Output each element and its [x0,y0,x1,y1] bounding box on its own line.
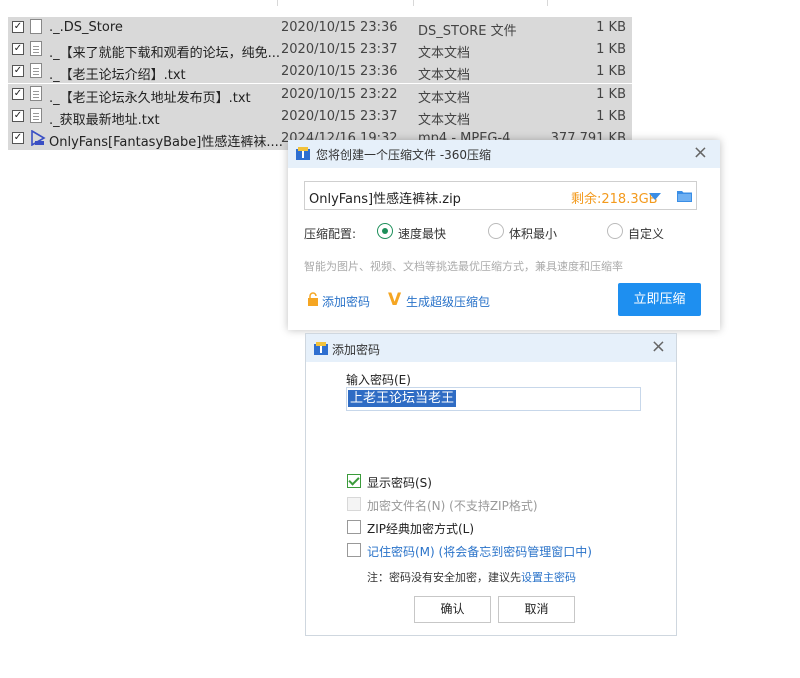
security-note-text: 注：密码没有安全加密，建议先 [367,571,521,584]
file-date: 2020/10/15 23:37 [281,109,398,124]
remember-password-label[interactable]: 记住密码(M) (将会备忘到密码管理窗口中) [367,543,592,560]
text-file-icon [30,63,42,78]
file-type: DS_STORE 文件 [418,24,517,39]
compress-config-label: 压缩配置: [304,227,357,241]
file-checkbox[interactable]: ✓ [12,132,24,144]
remember-password-checkbox[interactable] [347,543,361,557]
zip-classic-checkbox[interactable] [347,520,361,534]
password-value[interactable]: 上老王论坛当老王 [348,390,457,407]
radio-smallest-label[interactable]: 体积最小 [509,225,557,242]
encrypt-filenames-label: 加密文件名(N) (不支持ZIP格式) [367,499,538,513]
file-type: 文本文档 [418,46,471,61]
text-file-icon [30,86,42,101]
file-name: ._.DS_Store [49,20,123,35]
radio-smallest[interactable] [488,223,504,239]
blank-file-icon [30,19,42,34]
zip-classic-label[interactable]: ZIP经典加密方式(L) [367,520,474,537]
radio-fastest[interactable] [377,223,393,239]
column-date-header[interactable] [277,0,414,6]
file-row[interactable]: ✓ ._.DS_Store 2020/10/15 23:36 DS_STORE … [8,17,632,39]
file-row[interactable]: ✓ ._获取最新地址.txt 2020/10/15 23:37 文本文档 1 K… [8,106,632,128]
close-icon[interactable]: × [693,142,708,163]
file-checkbox[interactable]: ✓ [12,88,24,100]
show-password-checkbox[interactable] [347,474,361,488]
archive-filename-value[interactable]: OnlyFans]性感连裤袜.zip [309,188,461,207]
compress-now-button[interactable]: 立即压缩 [618,283,701,316]
password-input[interactable]: 上老王论坛当老王 [346,387,641,411]
file-name: ._获取最新地址.txt [49,113,160,128]
compress-dialog-title: 您将创建一个压缩文件 -360压缩 [316,148,492,162]
super-package-link[interactable]: 生成超级压缩包 [406,293,490,310]
archive-app-icon [314,342,328,355]
file-date: 2020/10/15 23:22 [281,87,398,102]
password-dialog-title: 添加密码 [332,343,381,357]
text-file-icon [30,41,42,56]
file-checkbox[interactable]: ✓ [12,65,24,77]
file-type: 文本文档 [418,91,471,106]
file-type: 文本文档 [418,68,471,83]
compress-hint: 智能为图片、视频、文档等挑选最优压缩方式，兼具速度和压缩率 [304,260,623,273]
file-checkbox[interactable]: ✓ [12,21,24,33]
security-note: 注：密码没有安全加密，建议先设置主密码 [367,569,576,585]
radio-custom[interactable] [607,223,623,239]
chevron-down-icon[interactable] [649,193,661,200]
radio-custom-label[interactable]: 自定义 [628,225,664,242]
file-date: 2020/10/15 23:36 [281,64,398,79]
file-name: ._【来了就能下载和观看的论坛，纯免... [49,46,281,61]
radio-fastest-label[interactable]: 速度最快 [398,225,446,242]
column-header[interactable] [8,0,632,6]
video-file-icon [30,130,46,146]
file-size: 1 KB [596,87,626,102]
compress-dialog-titlebar[interactable]: 您将创建一个压缩文件 -360压缩 × [288,140,720,168]
archive-app-icon [296,147,310,160]
file-type: 文本文档 [418,113,471,128]
file-size: 1 KB [596,109,626,124]
encrypt-filenames-checkbox [347,497,361,511]
folder-icon[interactable] [677,190,692,202]
file-row[interactable]: ✓ ._【老王论坛介绍】.txt 2020/10/15 23:36 文本文档 1… [8,61,632,83]
column-size-header[interactable] [547,0,631,6]
file-size: 1 KB [596,64,626,79]
file-name: ._【老王论坛永久地址发布页】.txt [49,91,251,106]
file-row[interactable]: ✓ ._【老王论坛永久地址发布页】.txt 2020/10/15 23:22 文… [8,84,632,106]
set-master-password-link[interactable]: 设置主密码 [521,571,576,584]
file-row[interactable]: ✓ ._【来了就能下载和观看的论坛，纯免... 2020/10/15 23:37… [8,39,632,61]
file-date: 2020/10/15 23:37 [281,42,398,57]
password-dialog-titlebar[interactable]: 添加密码 × [306,334,676,362]
password-input-label: 输入密码(E) [346,373,411,387]
file-size: 1 KB [596,42,626,57]
file-name: ._【老王论坛介绍】.txt [49,68,186,83]
file-size: 1 KB [596,20,626,35]
file-date: 2020/10/15 23:36 [281,20,398,35]
compress-dialog: 您将创建一个压缩文件 -360压缩 × OnlyFans]性感连裤袜.zip 剩… [288,140,720,330]
archive-filename-field[interactable]: OnlyFans]性感连裤袜.zip 剩余:218.3GB [304,181,697,210]
add-password-link[interactable]: 添加密码 [322,293,370,310]
close-icon[interactable]: × [651,336,666,357]
ok-button[interactable]: 确认 [414,596,491,623]
column-type-header[interactable] [413,0,548,6]
file-checkbox[interactable]: ✓ [12,110,24,122]
file-checkbox[interactable]: ✓ [12,43,24,55]
cancel-button[interactable]: 取消 [498,596,575,623]
file-name: OnlyFans[FantasyBabe]性感连裤袜.... [49,135,283,150]
super-package-icon[interactable]: V [388,290,401,310]
free-space-label: 剩余:218.3GB [571,192,658,207]
password-dialog: 添加密码 × 输入密码(E) 上老王论坛当老王 显示密码(S) 加密文件名(N)… [305,333,677,636]
show-password-label[interactable]: 显示密码(S) [367,474,432,491]
lock-icon[interactable] [307,292,319,306]
column-name-header[interactable] [8,0,278,6]
text-file-icon [30,108,42,123]
